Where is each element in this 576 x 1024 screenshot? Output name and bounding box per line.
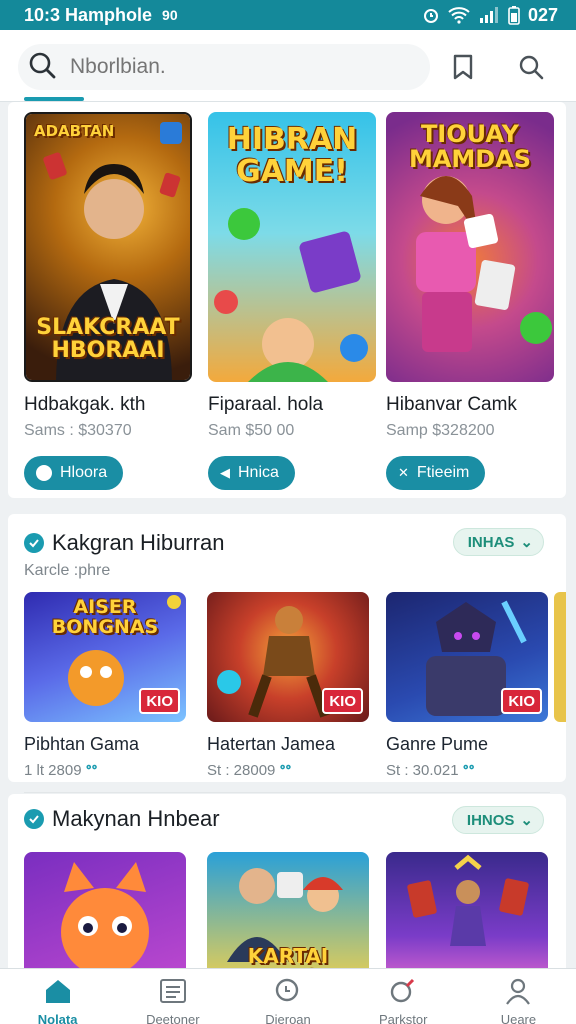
game-name: Ganre Pume: [386, 734, 489, 754]
nav-label: Deetoner: [146, 1012, 200, 1024]
game-meta: St : 30.021 ᐤᐤ: [386, 762, 475, 779]
nav-item-user[interactable]: Ueare: [461, 969, 576, 1024]
section-subtitle: Karcle :phre: [24, 562, 111, 579]
game-thumbnail[interactable]: [386, 852, 548, 974]
nav-label: Dieroan: [265, 1012, 311, 1024]
bookmark-icon[interactable]: [448, 52, 478, 82]
game-meta: 1 lt 2809 ᐤᐤ: [24, 762, 98, 779]
section-more-label: IHNOS: [466, 811, 515, 829]
game-name: Hibanvar Camk: [386, 394, 517, 415]
game-meta: Sam $50 00: [208, 422, 295, 439]
game-meta: Sams : $30370: [24, 422, 132, 439]
download-icon: ᐤᐤ: [85, 762, 98, 779]
section-header: Kakgran Hiburran: [24, 530, 224, 556]
app-header: [0, 30, 576, 102]
play-icon: ◀: [220, 465, 230, 480]
nav-label: Parkstor: [379, 1012, 428, 1024]
game-thumbnail[interactable]: ADABTAN SLAKCRAAT HBORAAI: [24, 112, 192, 382]
game-name: Hdbakgak. kth: [24, 394, 146, 415]
search-icon: [273, 977, 303, 1008]
thumbnail-title: AISER BONGNAS: [51, 596, 159, 638]
status-badge: KIO: [322, 688, 363, 714]
play-button[interactable]: ◀ Hnica: [208, 456, 295, 490]
close-icon: ✕: [398, 465, 409, 480]
game-meta: Samp $328200: [386, 422, 495, 439]
section-more-label: INHAS: [467, 533, 515, 551]
thumbnail-title: HIBRAN GAME!: [226, 122, 358, 189]
game-thumbnail[interactable]: AISER BONGNAS KIO: [24, 592, 186, 722]
featured-game-card[interactable]: TIOUAY MAMDAS Hibanvar Camk Samp $328200…: [386, 112, 554, 490]
featured-game-card[interactable]: HIBRAN GAME! Fiparaal. hola Sam $50 00 ◀…: [208, 112, 376, 490]
list-icon: [158, 977, 188, 1008]
section-divider: [24, 792, 550, 793]
status-left-text: 10:3 Hamphole: [24, 4, 153, 25]
play-button[interactable]: ✕ Ftieeim: [386, 456, 486, 490]
nav-item-search[interactable]: Dieroan: [230, 969, 345, 1024]
status-time: 027: [527, 4, 558, 25]
game-card[interactable]: KARTAI KUNAST: [207, 852, 369, 974]
game-thumbnail[interactable]: HIBRAN GAME!: [208, 112, 376, 382]
home-icon: [43, 977, 73, 1008]
game-card[interactable]: KIO Ganre Pume St : 30.021 ᐤᐤ: [386, 592, 548, 779]
nav-label: Nolata: [37, 1012, 78, 1024]
game-thumbnail[interactable]: TIOUAY MAMDAS: [386, 112, 554, 382]
nav-item-home[interactable]: Nolata: [0, 969, 115, 1024]
download-icon: ᐤᐤ: [462, 762, 475, 779]
game-thumbnail[interactable]: KIO: [207, 592, 369, 722]
game-meta: St : 28009 ᐤᐤ: [207, 762, 292, 779]
game-card[interactable]: [386, 852, 548, 974]
status-badge: KIO: [501, 688, 542, 714]
partial-game-card[interactable]: [554, 592, 566, 722]
user-icon: [503, 977, 533, 1008]
check-icon: [24, 533, 44, 553]
bottom-navigation: Nolata Deetoner Dieroan Parkstor Ueare: [0, 968, 576, 1024]
game-card[interactable]: AISER BONGNAS KIO Pibhtan Gama 1 lt 2809…: [24, 592, 186, 779]
play-button-label: Hloora: [60, 464, 108, 481]
play-icon: [36, 465, 52, 481]
thumbnail-title: TIOUAY MAMDAS: [408, 120, 532, 174]
game-thumbnail[interactable]: [24, 852, 186, 974]
signal-icon: [478, 6, 500, 24]
tag-icon: [388, 977, 418, 1008]
section-header: Makynan Hnbear: [24, 806, 220, 832]
game-name: Hatertan Jamea: [207, 734, 336, 754]
game-card[interactable]: [24, 852, 186, 974]
wifi-icon: [448, 6, 470, 24]
section-title: Kakgran Hiburran: [52, 530, 225, 555]
chevron-down-icon: ⌄: [520, 812, 533, 829]
play-button-label: Ftieeim: [416, 464, 470, 481]
chevron-down-icon: ⌄: [520, 534, 533, 551]
game-thumbnail[interactable]: KIO: [386, 592, 548, 722]
featured-carousel: ADABTAN SLAKCRAAT HBORAAI Hdbakgak. kth …: [8, 102, 566, 498]
status-badge: KIO: [139, 688, 180, 714]
status-left-extra: 90: [162, 7, 178, 23]
status-bar: 10:3 Hamphole 90 027: [0, 0, 576, 30]
alarm-icon: [422, 6, 440, 24]
section-more-button[interactable]: IHNOS ⌄: [451, 806, 544, 834]
active-tab-indicator: [24, 97, 84, 101]
search-bar[interactable]: [18, 44, 430, 90]
check-icon: [24, 809, 44, 829]
game-name: Pibhtan Gama: [24, 734, 140, 754]
search-icon: [28, 51, 56, 84]
share-icon[interactable]: [160, 122, 182, 144]
battery-icon: [508, 5, 520, 25]
game-name: Fiparaal. hola: [208, 394, 324, 415]
featured-game-card[interactable]: ADABTAN SLAKCRAAT HBORAAI Hdbakgak. kth …: [24, 112, 192, 490]
play-button[interactable]: Hloora: [24, 456, 124, 490]
download-icon: ᐤᐤ: [279, 762, 292, 779]
game-section: Makynan Hnbear IHNOS ⌄ KARTAI: [8, 794, 566, 974]
play-button-label: Hnica: [238, 464, 279, 481]
nav-item-tag[interactable]: Parkstor: [346, 969, 461, 1024]
thumbnail-title-bottom: SLAKCRAAT HBORAAI: [36, 314, 180, 363]
section-more-button[interactable]: INHAS ⌄: [452, 528, 544, 556]
game-card[interactable]: KIO Hatertan Jamea St : 28009 ᐤᐤ: [207, 592, 369, 779]
header-search-icon[interactable]: [516, 52, 546, 82]
nav-label: Ueare: [500, 1012, 537, 1024]
game-thumbnail[interactable]: KARTAI KUNAST: [207, 852, 369, 974]
search-input[interactable]: [70, 55, 390, 79]
game-section: Kakgran Hiburran Karcle :phre INHAS ⌄ AI…: [8, 514, 566, 793]
section-title: Makynan Hnbear: [52, 806, 220, 831]
nav-item-list[interactable]: Deetoner: [115, 969, 230, 1024]
